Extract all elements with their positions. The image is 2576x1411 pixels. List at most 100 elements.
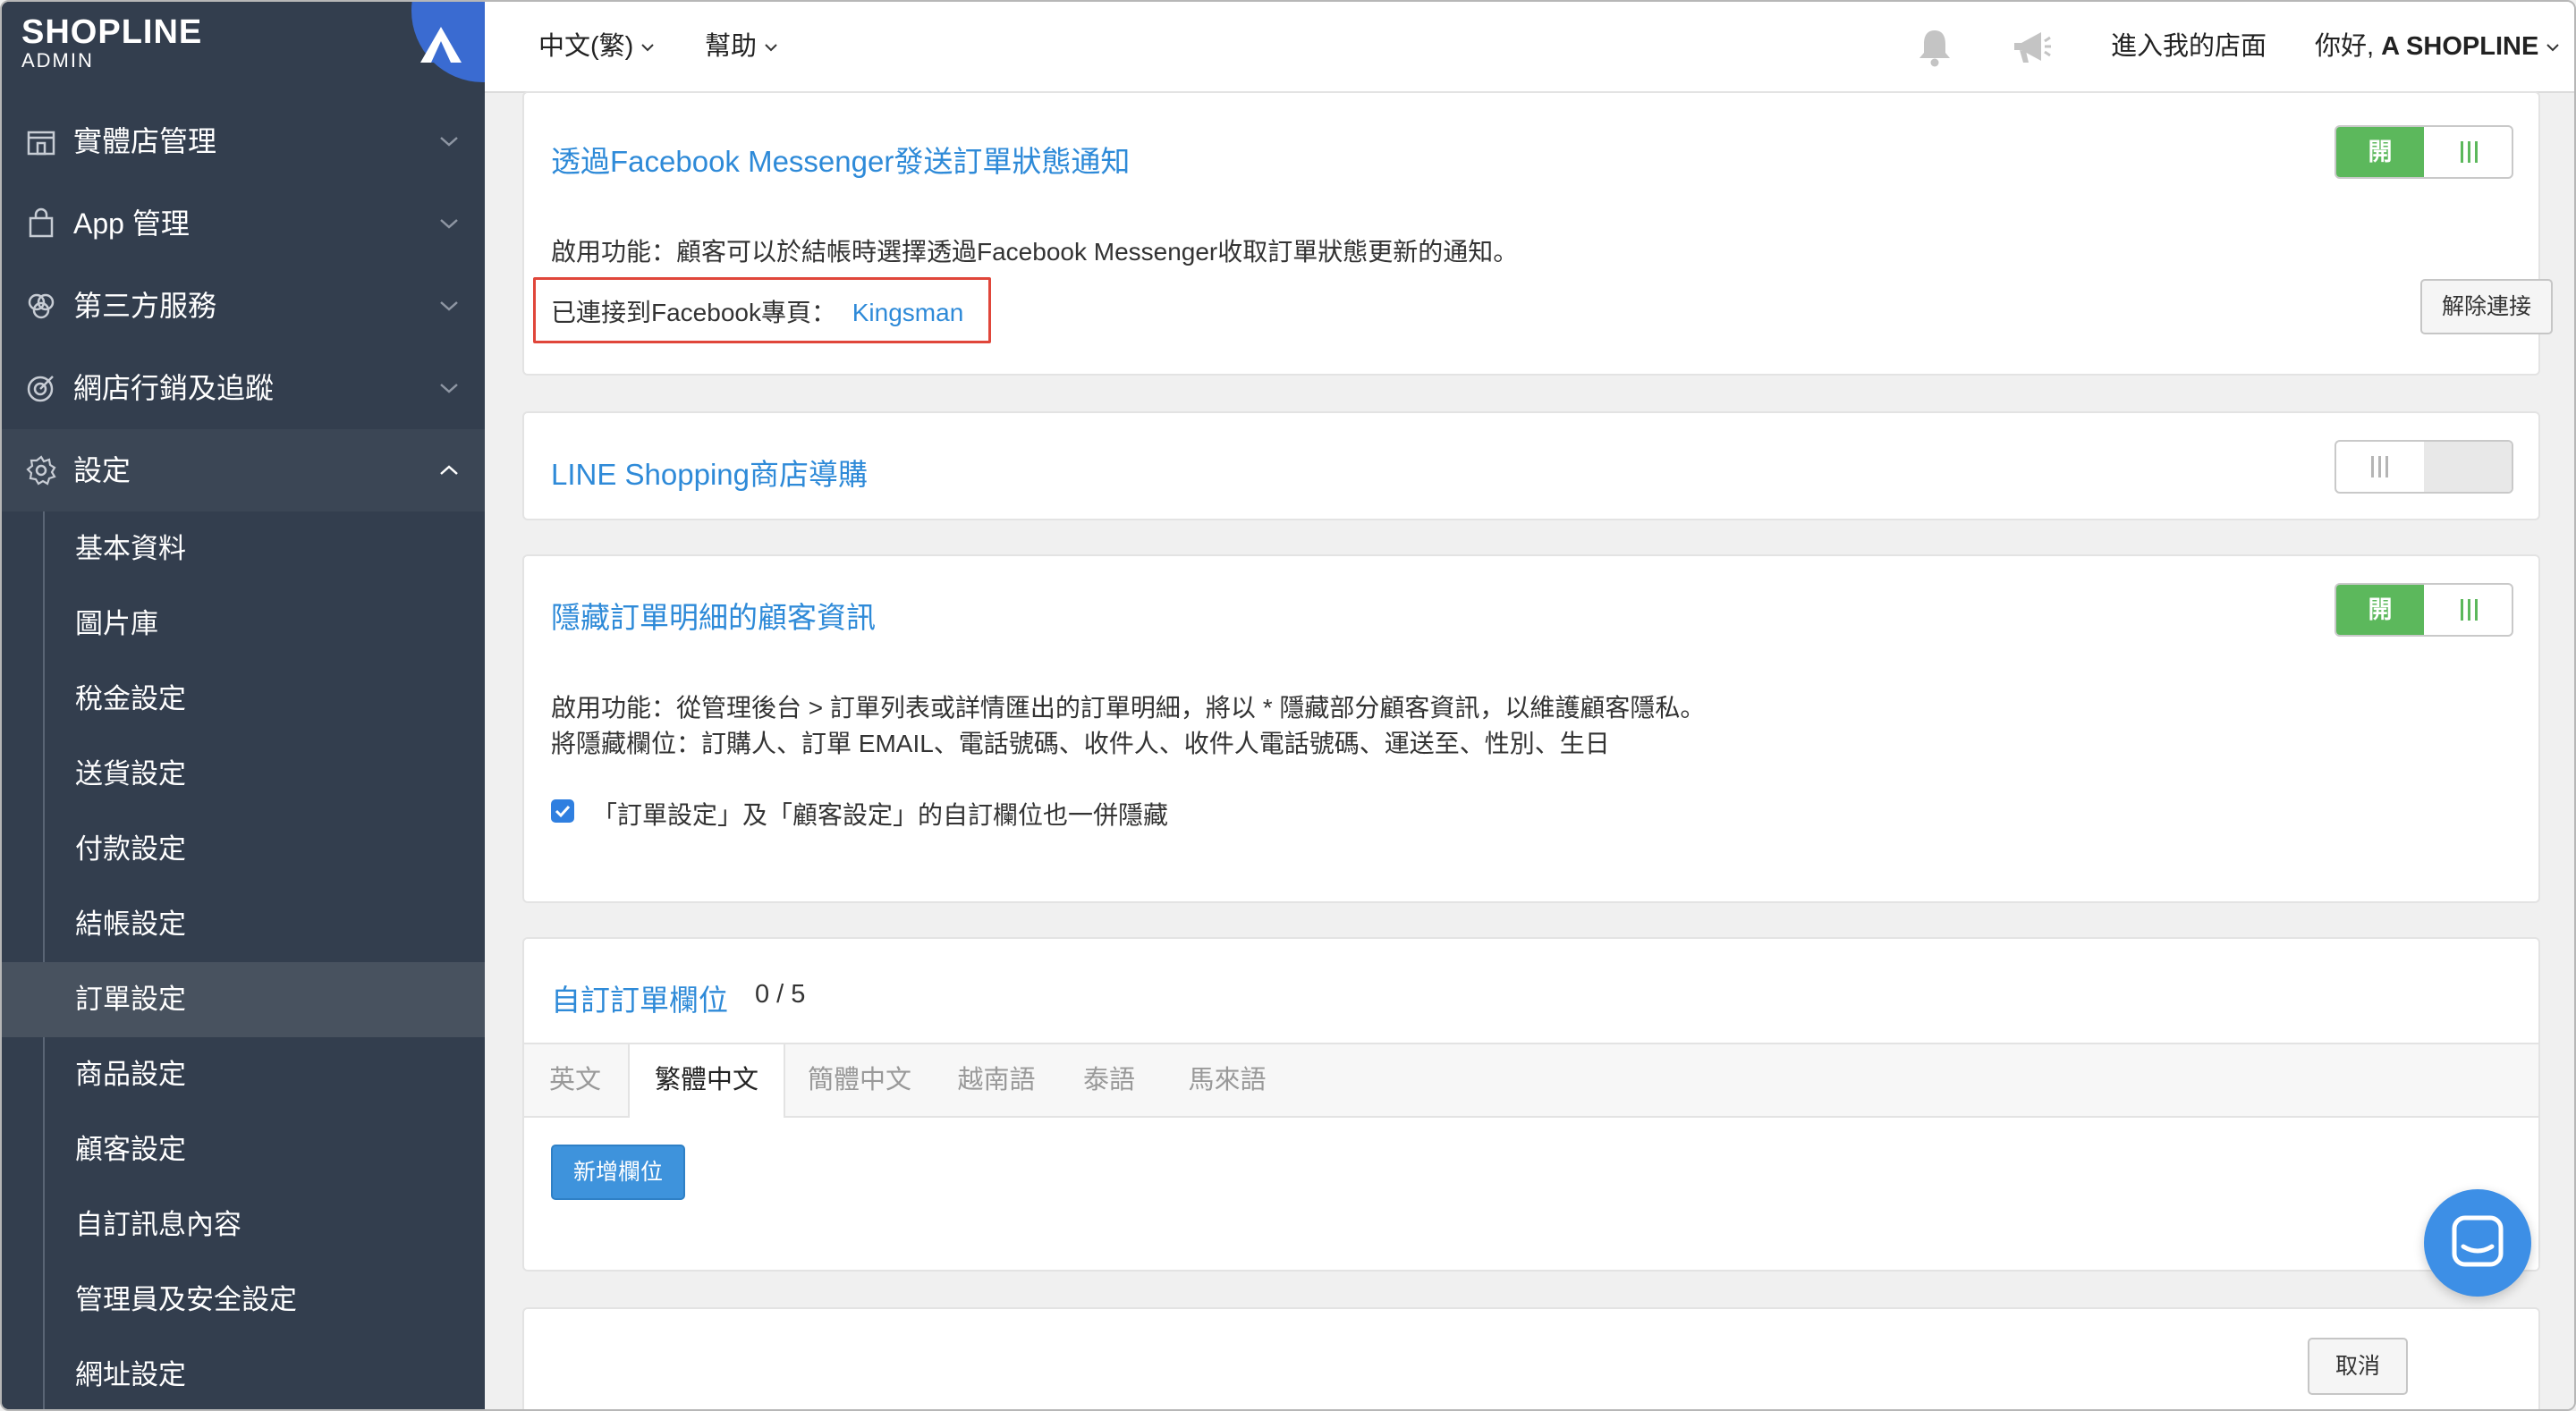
target-icon bbox=[27, 376, 54, 402]
sidebar-item-settings[interactable]: 設定 bbox=[2, 429, 485, 511]
tab-thai[interactable]: 泰語 bbox=[1064, 1044, 1154, 1116]
fb-messenger-card: 透過Facebook Messenger發送訂單狀態通知 開 啟用功能：顧客可以… bbox=[522, 91, 2553, 376]
toggle-on-label: 開 bbox=[2336, 127, 2424, 177]
subitem-label: 付款設定 bbox=[75, 833, 186, 865]
sidebar-subitem-messages[interactable]: 自訂訊息內容 bbox=[2, 1187, 485, 1263]
subitem-label: 管理員及安全設定 bbox=[75, 1284, 297, 1315]
bell-icon[interactable] bbox=[1912, 25, 1957, 70]
language-tabs: 英文 繁體中文 簡體中文 越南語 泰語 馬來語 bbox=[524, 1043, 2538, 1118]
subitem-label: 自訂訊息內容 bbox=[75, 1209, 242, 1240]
fb-toggle[interactable]: 開 bbox=[2334, 125, 2513, 179]
chat-bubble[interactable] bbox=[2424, 1189, 2531, 1297]
help-label: 幫助 bbox=[705, 32, 758, 61]
sidebar-item-app[interactable]: App 管理 bbox=[2, 182, 485, 265]
sidebar-subitem-checkout[interactable]: 結帳設定 bbox=[2, 887, 485, 962]
chevron-down-icon bbox=[765, 44, 777, 52]
language-label: 中文(繁) bbox=[538, 32, 634, 61]
chevron-down-icon bbox=[641, 44, 655, 52]
main-content: 透過Facebook Messenger發送訂單狀態通知 開 啟用功能：顧客可以… bbox=[485, 91, 2574, 1409]
hide-toggle[interactable]: 開 bbox=[2334, 583, 2513, 637]
chevron-down-icon bbox=[2546, 44, 2560, 52]
help-dropdown[interactable]: 幫助 bbox=[705, 2, 778, 91]
sidebar-item-label: 實體店管理 bbox=[73, 125, 217, 157]
subitem-label: 圖片庫 bbox=[75, 608, 158, 639]
hide-checkbox-label: 「訂單設定」及「顧客設定」的自訂欄位也一併隱藏 bbox=[592, 801, 1169, 829]
sidebar-subitem-basic[interactable]: 基本資料 bbox=[2, 511, 485, 587]
brand-name: SHOPLINE bbox=[21, 13, 203, 51]
sidebar-item-label: 設定 bbox=[73, 454, 131, 486]
sidebar-item-third-party[interactable]: 第三方服務 bbox=[2, 265, 485, 347]
hide-card-desc-2: 將隱藏欄位：訂購人、訂單 EMAIL、電話號碼、收件人、收件人電話號碼、運送至、… bbox=[551, 730, 1610, 757]
sidebar-subitem-admin[interactable]: 管理員及安全設定 bbox=[2, 1263, 485, 1338]
fb-card-title: 透過Facebook Messenger發送訂單狀態通知 bbox=[551, 145, 1131, 178]
logo-area[interactable]: SHOPLINE ADMIN bbox=[2, 2, 485, 84]
store-icon bbox=[27, 131, 55, 156]
sidebar-item-label: 網店行銷及追蹤 bbox=[73, 372, 275, 404]
cancel-button[interactable]: 取消 bbox=[2308, 1338, 2408, 1395]
sidebar-item-marketing[interactable]: 網店行銷及追蹤 bbox=[2, 347, 485, 429]
sidebar: SHOPLINE ADMIN 實體店管理 App 管理 第三方服務 網店行銷及追… bbox=[2, 2, 485, 1409]
chat-icon bbox=[2452, 1215, 2504, 1267]
tab-malay[interactable]: 馬來語 bbox=[1172, 1044, 1283, 1116]
chevron-up-icon bbox=[440, 465, 458, 475]
toggle-bars-icon bbox=[2461, 599, 2478, 621]
chevron-down-icon bbox=[440, 219, 458, 229]
user-menu[interactable]: 你好, A SHOPLINE bbox=[2315, 2, 2560, 91]
store-front-link[interactable]: 進入我的店面 bbox=[2111, 2, 2267, 91]
topbar: 中文(繁) 幫助 進入我的店面 你好, A SHOPLINE bbox=[485, 2, 2574, 93]
language-dropdown[interactable]: 中文(繁) bbox=[538, 2, 655, 91]
fb-card-desc: 啟用功能：顧客可以於結帳時選擇透過Facebook Messenger收取訂單狀… bbox=[551, 238, 1519, 266]
subitem-label: 送貨設定 bbox=[75, 758, 186, 790]
line-toggle[interactable] bbox=[2334, 440, 2513, 494]
connected-row: 已連接到Facebook專頁： Kingsman bbox=[551, 293, 963, 329]
hide-info-card: 隱藏訂單明細的顧客資訊 開 啟用功能：從管理後台 > 訂單列表或詳情匯出的訂單明… bbox=[522, 554, 2540, 903]
circles-icon bbox=[28, 293, 55, 319]
toggle-on-label: 開 bbox=[2336, 585, 2424, 635]
toggle-off-block bbox=[2424, 442, 2512, 492]
chevron-down-icon bbox=[440, 384, 458, 393]
sidebar-item-label: App 管理 bbox=[73, 207, 190, 240]
hide-card-title: 隱藏訂單明細的顧客資訊 bbox=[551, 601, 876, 634]
sidebar-subitem-media[interactable]: 圖片庫 bbox=[2, 587, 485, 662]
sidebar-subitem-payment[interactable]: 付款設定 bbox=[2, 812, 485, 887]
checkmark-icon bbox=[555, 805, 571, 818]
chevron-down-icon bbox=[440, 301, 458, 311]
connected-label: 已連接到Facebook專頁： bbox=[551, 299, 836, 326]
sidebar-subitem-product[interactable]: 商品設定 bbox=[2, 1037, 485, 1112]
line-shopping-card: LINE Shopping商店導購 bbox=[522, 411, 2540, 520]
sidebar-subitem-order[interactable]: 訂單設定 bbox=[2, 962, 485, 1037]
hide-custom-fields-checkbox[interactable] bbox=[551, 799, 574, 823]
greeting-text: 你好, bbox=[2315, 32, 2375, 61]
tab-vietnamese[interactable]: 越南語 bbox=[943, 1044, 1050, 1116]
tab-traditional-chinese[interactable]: 繁體中文 bbox=[628, 1044, 785, 1118]
fb-page-link[interactable]: Kingsman bbox=[852, 299, 964, 326]
subitem-label: 基本資料 bbox=[75, 533, 186, 564]
custom-card-title: 自訂訂單欄位 bbox=[551, 984, 728, 1017]
bag-icon bbox=[29, 207, 54, 238]
subitem-label: 結帳設定 bbox=[75, 908, 186, 940]
sidebar-subitem-customer[interactable]: 顧客設定 bbox=[2, 1112, 485, 1187]
subitem-label: 網址設定 bbox=[75, 1359, 186, 1390]
brand-sub: ADMIN bbox=[21, 49, 94, 72]
hide-card-desc-1: 啟用功能：從管理後台 > 訂單列表或詳情匯出的訂單明細，將以 * 隱藏部分顧客資… bbox=[551, 694, 1706, 722]
sidebar-item-label: 第三方服務 bbox=[73, 290, 217, 322]
footer-actions-card: 取消 更新 bbox=[522, 1307, 2540, 1409]
gear-icon bbox=[26, 455, 56, 486]
sidebar-subitem-delivery[interactable]: 送貨設定 bbox=[2, 737, 485, 812]
sidebar-subitem-domain[interactable]: 網址設定 bbox=[2, 1338, 485, 1409]
custom-field-count: 0 / 5 bbox=[755, 980, 806, 1009]
tab-english[interactable]: 英文 bbox=[535, 1044, 615, 1116]
app-window: SHOPLINE ADMIN 實體店管理 App 管理 第三方服務 網店行銷及追… bbox=[0, 0, 2576, 1411]
toggle-bars-icon bbox=[2461, 141, 2478, 163]
toggle-bars-icon bbox=[2371, 456, 2388, 477]
sidebar-subitem-tax[interactable]: 稅金設定 bbox=[2, 662, 485, 737]
disconnect-button[interactable]: 解除連接 bbox=[2420, 279, 2553, 334]
add-field-button[interactable]: 新增欄位 bbox=[551, 1145, 685, 1200]
tab-simplified-chinese[interactable]: 簡體中文 bbox=[792, 1044, 927, 1116]
sidebar-item-store[interactable]: 實體店管理 bbox=[2, 100, 485, 182]
megaphone-icon[interactable] bbox=[2009, 25, 2054, 70]
logo-mark-icon bbox=[420, 27, 462, 63]
subitem-label: 稅金設定 bbox=[75, 683, 186, 714]
chevron-down-icon bbox=[440, 137, 458, 147]
subitem-label: 顧客設定 bbox=[75, 1134, 186, 1165]
